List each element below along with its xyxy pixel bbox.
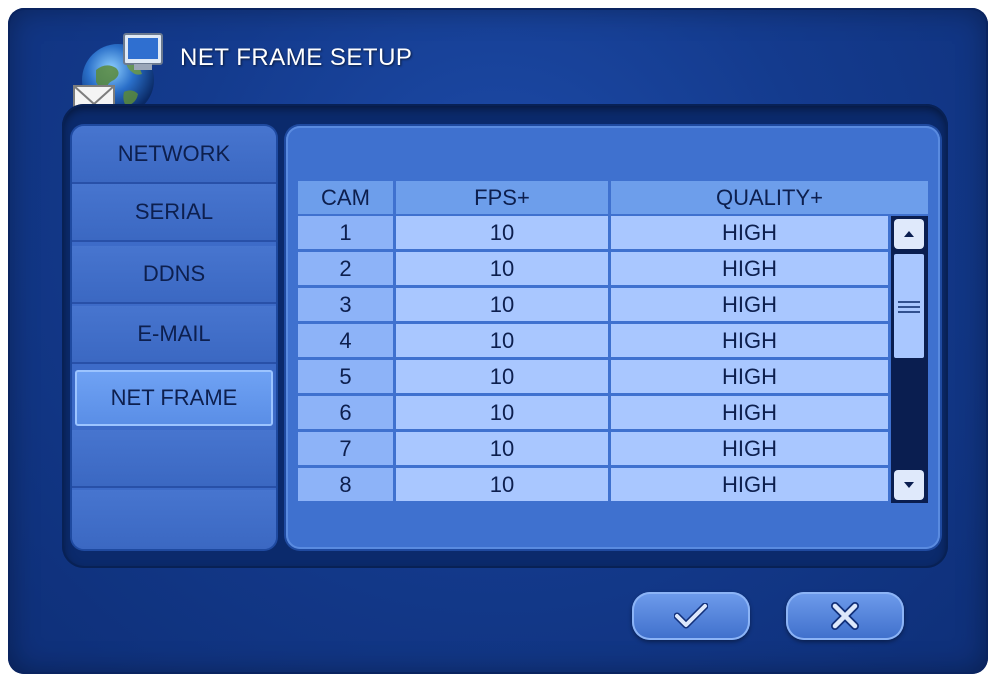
cam-cell: 8 (298, 468, 393, 501)
fps-cell[interactable]: 10 (396, 252, 608, 285)
fps-cell[interactable]: 10 (396, 216, 608, 249)
cam-cell: 6 (298, 396, 393, 429)
page-title: NET FRAME SETUP (180, 44, 413, 71)
fps-cell[interactable]: 10 (396, 432, 608, 465)
sidebar-item-serial[interactable]: SERIAL (72, 184, 276, 242)
quality-cell[interactable]: HIGH (611, 360, 888, 393)
cam-cell: 3 (298, 288, 393, 321)
scroll-down-button[interactable] (894, 470, 924, 500)
cam-cell: 4 (298, 324, 393, 357)
sidebar-item-ddns[interactable]: DDNS (72, 246, 276, 304)
arrow-up-icon (904, 231, 914, 237)
cam-cell: 1 (298, 216, 393, 249)
quality-cell[interactable]: HIGH (611, 468, 888, 501)
fps-cell[interactable]: 10 (396, 288, 608, 321)
column-header-quality[interactable]: QUALITY+ (611, 181, 928, 214)
table-scrollbar[interactable] (891, 216, 928, 503)
fps-cell[interactable]: 10 (396, 360, 608, 393)
sidebar: NETWORK SERIAL DDNS E-MAIL NET FRAME (72, 126, 276, 549)
scroll-up-button[interactable] (894, 219, 924, 249)
check-icon (674, 603, 708, 629)
arrow-down-icon (904, 482, 914, 488)
sidebar-item-empty-2 (72, 490, 276, 549)
grip-line (898, 301, 920, 303)
grip-line (898, 306, 920, 308)
cam-cell: 5 (298, 360, 393, 393)
column-header-fps[interactable]: FPS+ (396, 181, 608, 214)
cam-cell: 2 (298, 252, 393, 285)
close-icon (831, 602, 859, 630)
quality-cell[interactable]: HIGH (611, 324, 888, 357)
sidebar-item-net-frame[interactable]: NET FRAME (75, 370, 273, 426)
grip-line (898, 311, 920, 313)
sidebar-item-empty-1 (72, 430, 276, 488)
quality-cell[interactable]: HIGH (611, 216, 888, 249)
scroll-thumb[interactable] (894, 254, 924, 358)
quality-cell[interactable]: HIGH (611, 432, 888, 465)
ok-button[interactable] (632, 592, 750, 640)
cam-cell: 7 (298, 432, 393, 465)
quality-cell[interactable]: HIGH (611, 396, 888, 429)
column-header-cam: CAM (298, 181, 393, 214)
fps-cell[interactable]: 10 (396, 396, 608, 429)
cancel-button[interactable] (786, 592, 904, 640)
quality-cell[interactable]: HIGH (611, 288, 888, 321)
sidebar-item-email[interactable]: E-MAIL (72, 306, 276, 364)
fps-cell[interactable]: 10 (396, 324, 608, 357)
sidebar-item-network[interactable]: NETWORK (72, 126, 276, 184)
quality-cell[interactable]: HIGH (611, 252, 888, 285)
fps-cell[interactable]: 10 (396, 468, 608, 501)
